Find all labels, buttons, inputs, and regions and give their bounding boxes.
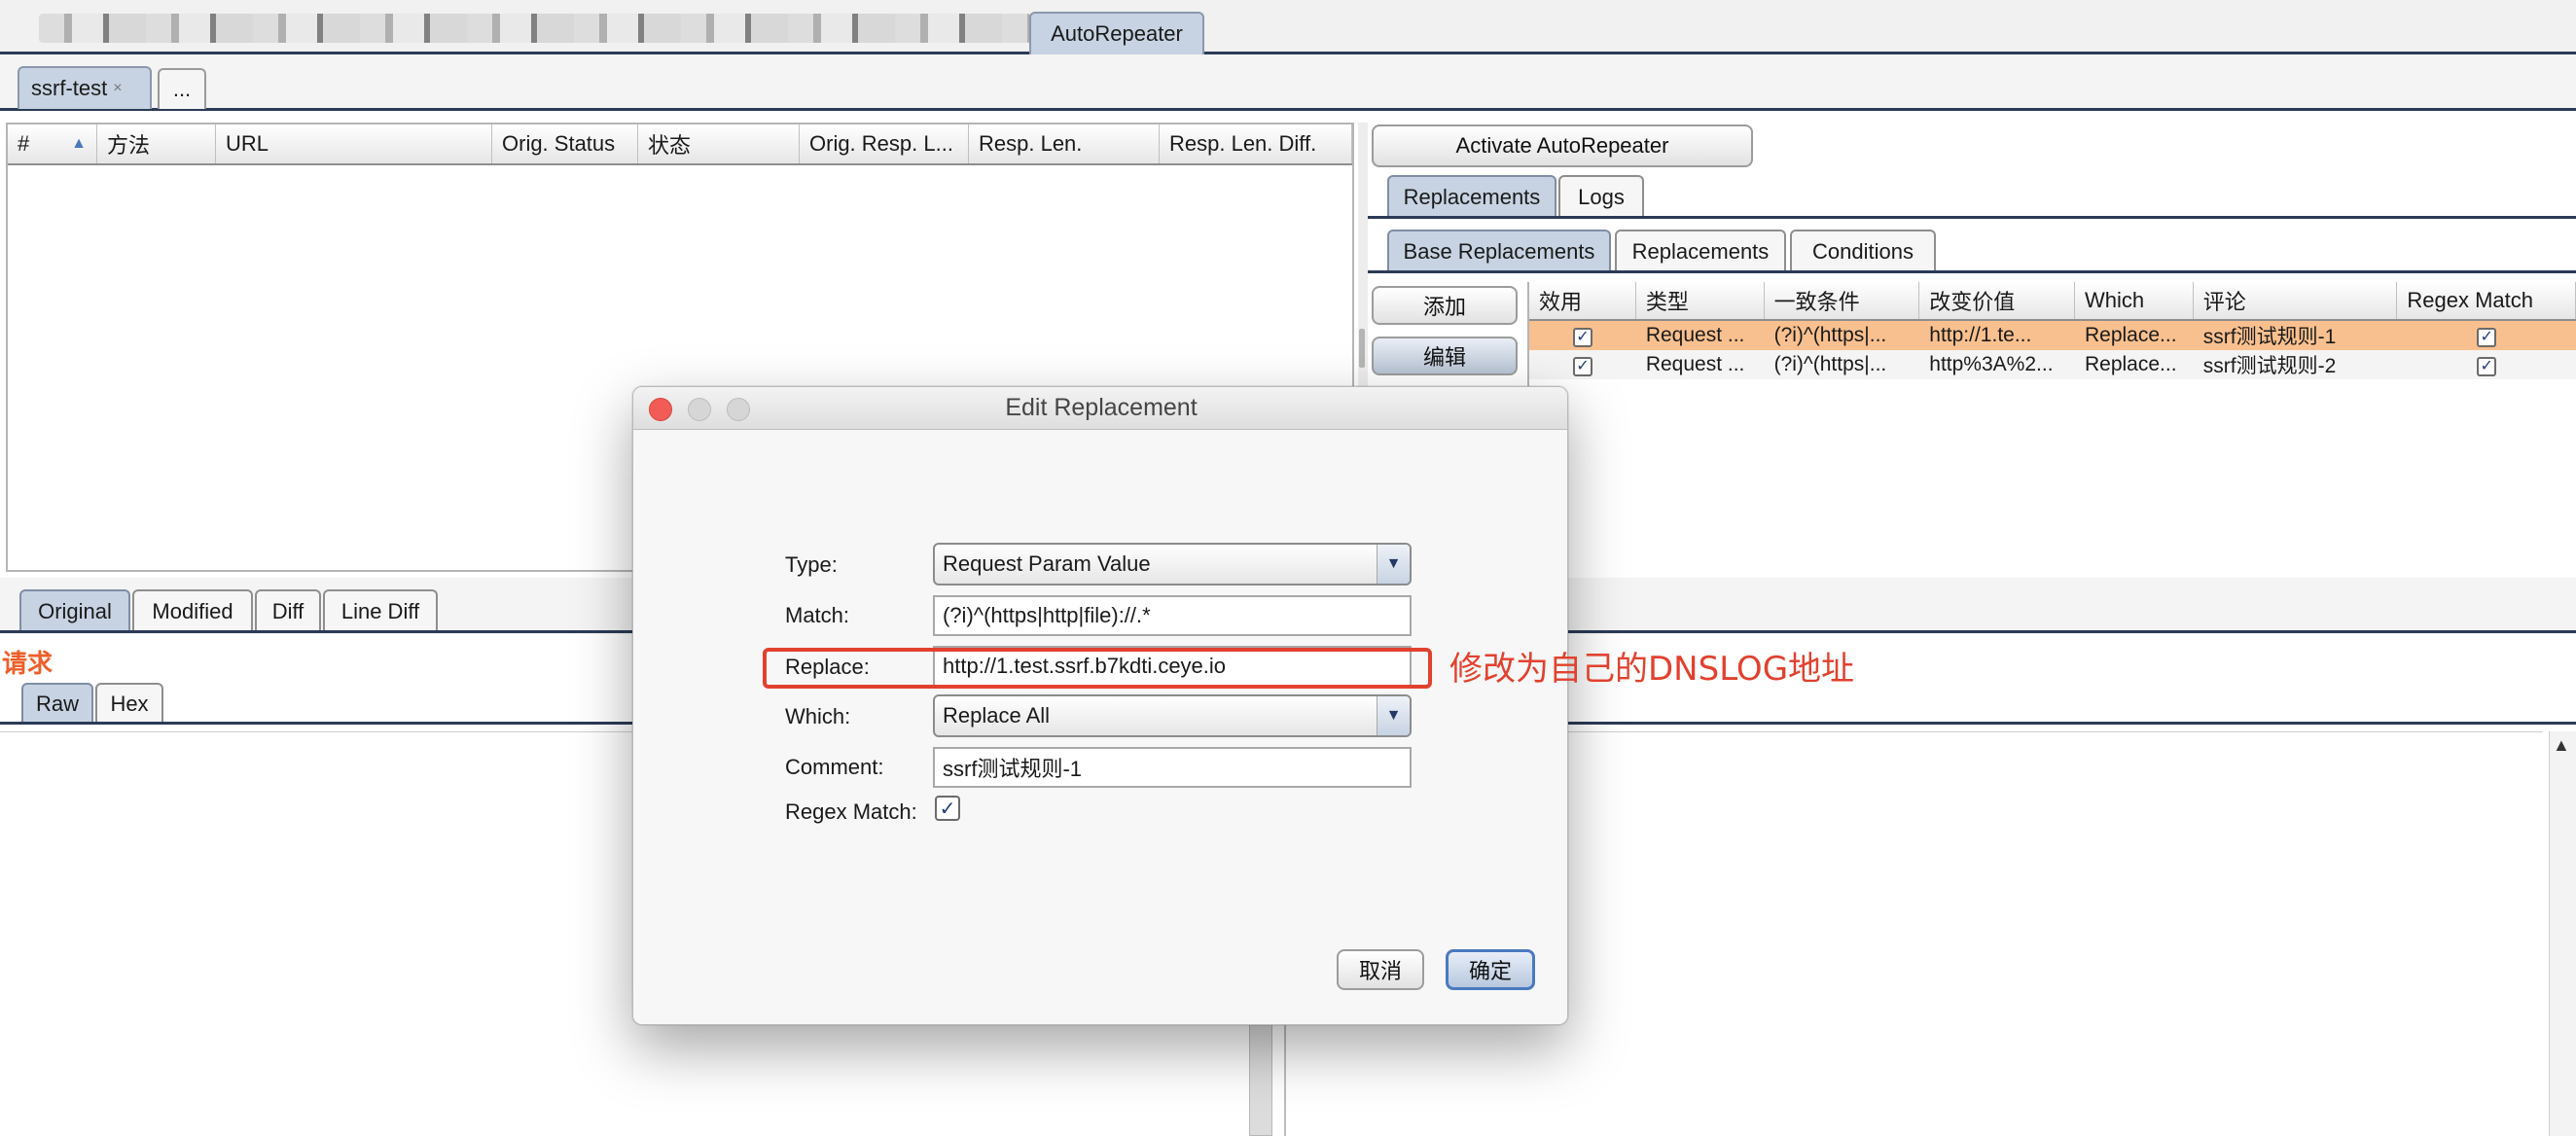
request-label: 请求 [2,649,54,678]
comment-input[interactable]: ssrf测试规则-1 [933,747,1412,788]
table-row[interactable]: ✓ Request ... (?i)^(https|... http%3A%2.… [1529,350,2576,379]
splitter-grip[interactable] [1359,329,1365,368]
minimize-window-icon [688,398,711,421]
col-comment[interactable]: 评论 [2194,282,2398,319]
enabled-checkbox[interactable]: ✓ [1572,357,1592,376]
cell-replace: http%3A%2... [1929,353,2054,375]
col-resp-len-diff[interactable]: Resp. Len. Diff. [1160,124,1352,163]
annotation-highlight-box [763,648,1432,689]
type-select[interactable]: Request Param Value ▼ [933,543,1412,586]
dialog-body: Type: Request Param Value ▼ Match: (?i)^… [633,430,1567,1024]
replacements-table-header: 效用 类型 一致条件 改变价值 Which 评论 Regex Match [1529,282,2576,321]
comment-label: Comment: [785,755,884,779]
which-select-value: Replace All [943,703,1051,728]
table-row[interactable]: ✓ Request ... (?i)^(https|... http://1.t… [1529,321,2576,350]
col-index[interactable]: # ▲ [8,124,97,163]
col-url[interactable]: URL [216,124,492,163]
col-resp-len[interactable]: Resp. Len. [969,124,1160,163]
tab-conditions[interactable]: Conditions [1790,230,1936,272]
col-method[interactable]: 方法 [97,124,216,163]
cell-type: Request ... [1645,353,1745,375]
activate-autorepeater-button[interactable]: Activate AutoRepeater [1372,124,1753,167]
close-window-icon[interactable] [649,398,672,421]
log-table-header: # ▲ 方法 URL Orig. Status 状态 Orig. Resp. L… [8,124,1352,165]
maximize-window-icon [727,398,750,421]
scrollbar[interactable] [2549,731,2576,1136]
cell-which: Replace... [2084,324,2177,346]
regex-checkbox[interactable]: ✓ [2477,328,2497,347]
cell-comment: ssrf测试规则-1 [2202,326,2337,348]
sort-ascending-icon: ▲ [71,135,87,152]
chevron-down-icon[interactable]: ▼ [1377,696,1410,735]
tab-logs[interactable]: Logs [1558,175,1644,218]
tab-replacements-inner[interactable]: Replacements [1615,230,1786,272]
type-label: Type: [785,552,838,577]
regex-match-label: Regex Match: [785,799,917,824]
tab-autorepeater[interactable]: AutoRepeater [1029,12,1204,54]
tab-base-replacements[interactable]: Base Replacements [1387,230,1611,272]
cancel-button[interactable]: 取消 [1337,949,1424,990]
annotation-text: 修改为自己的DNSLOG地址 [1449,650,1855,689]
tab-original[interactable]: Original [19,589,130,632]
cell-comment: ssrf测试规则-2 [2202,355,2337,377]
cell-match: (?i)^(https|... [1773,324,1887,346]
tab-divider [1368,216,2576,219]
match-label: Match: [785,603,850,627]
cell-which: Replace... [2084,353,2177,375]
chevron-down-icon[interactable]: ▼ [1377,545,1410,584]
edit-replacement-dialog: Edit Replacement Type: Request Param Val… [632,386,1568,1025]
dialog-title-bar: Edit Replacement [633,387,1567,430]
ok-button[interactable]: 确定 [1446,949,1535,990]
col-which[interactable]: Which [2075,282,2194,319]
col-status[interactable]: 状态 [638,124,800,163]
add-button[interactable]: 添加 [1372,286,1518,325]
cell-match: (?i)^(https|... [1773,353,1887,375]
col-type[interactable]: 类型 [1636,282,1765,319]
col-orig-status[interactable]: Orig. Status [492,124,638,163]
match-input[interactable]: (?i)^(https|http|file)://.* [933,595,1412,636]
col-replace[interactable]: 改变价值 [1919,282,2075,319]
col-enabled[interactable]: 效用 [1529,282,1636,319]
new-tab-button[interactable]: ... [158,68,206,109]
enabled-checkbox[interactable]: ✓ [1572,328,1592,347]
scroll-up-icon[interactable]: ▲ [2553,735,2570,756]
col-regex-match[interactable]: Regex Match [2397,282,2576,319]
tab-ssrf-test[interactable]: ssrf-test × [18,66,152,109]
tab-modified[interactable]: Modified [132,589,253,632]
session-tab-strip [0,54,2576,111]
regex-match-checkbox[interactable]: ✓ [935,796,960,821]
tab-line-diff[interactable]: Line Diff [323,589,438,632]
regex-checkbox[interactable]: ✓ [2477,357,2497,376]
type-select-value: Request Param Value [943,551,1151,576]
replacements-table[interactable]: 效用 类型 一致条件 改变价值 Which 评论 Regex Match ✓ R… [1527,282,2576,574]
cell-type: Request ... [1645,324,1745,346]
which-label: Which: [785,704,851,728]
col-match[interactable]: 一致条件 [1765,282,1920,319]
tab-divider [1368,270,2576,273]
tab-raw[interactable]: Raw [21,683,93,724]
which-select[interactable]: Replace All ▼ [933,694,1412,737]
tab-replacements[interactable]: Replacements [1387,175,1556,218]
scrollbar[interactable] [1249,1019,1272,1136]
tab-diff[interactable]: Diff [255,589,321,632]
blurred-plugin-tabs [39,14,1031,43]
edit-button[interactable]: 编辑 [1372,337,1518,375]
col-orig-resp-len[interactable]: Orig. Resp. L... [800,124,969,163]
tab-hex[interactable]: Hex [95,683,163,724]
tab-ssrf-test-label: ssrf-test [31,76,108,100]
dialog-title: Edit Replacement [1005,394,1198,421]
close-icon[interactable]: × [113,80,122,97]
cell-replace: http://1.te... [1929,324,2032,346]
